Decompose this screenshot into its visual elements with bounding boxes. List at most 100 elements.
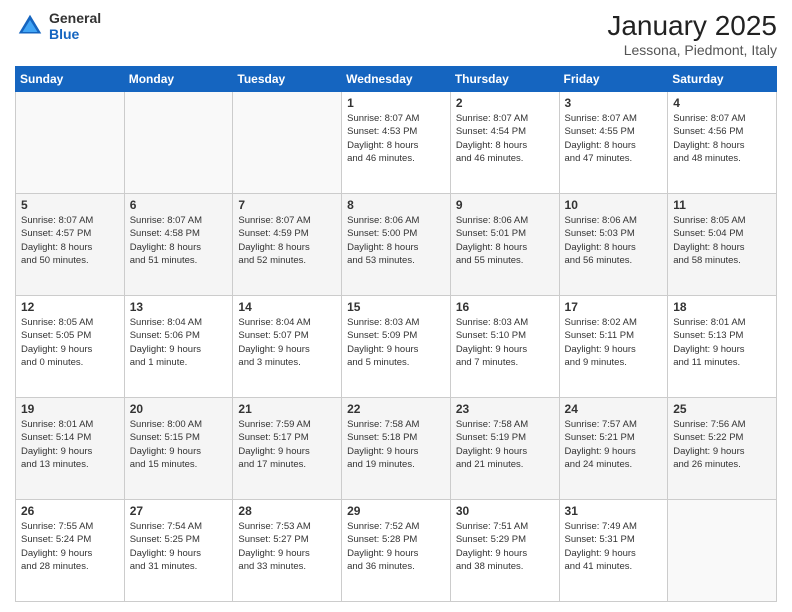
day-info: Sunrise: 7:58 AM Sunset: 5:19 PM Dayligh… [456,419,528,470]
day-number: 6 [130,198,228,212]
calendar-day-17: 17 Sunrise: 8:02 AM Sunset: 5:11 PM Dayli… [559,296,668,398]
day-header-sunday: Sunday [16,67,125,92]
month-title: January 2025 [607,10,777,42]
day-info: Sunrise: 7:59 AM Sunset: 5:17 PM Dayligh… [238,419,310,470]
day-info: Sunrise: 7:51 AM Sunset: 5:29 PM Dayligh… [456,521,528,572]
calendar-week-5: 26 Sunrise: 7:55 AM Sunset: 5:24 PM Dayli… [16,500,777,602]
day-info: Sunrise: 8:03 AM Sunset: 5:09 PM Dayligh… [347,317,419,368]
day-info: Sunrise: 8:04 AM Sunset: 5:06 PM Dayligh… [130,317,202,368]
day-info: Sunrise: 8:03 AM Sunset: 5:10 PM Dayligh… [456,317,528,368]
calendar-day-4: 4 Sunrise: 8:07 AM Sunset: 4:56 PM Daylig… [668,92,777,194]
day-info: Sunrise: 7:53 AM Sunset: 5:27 PM Dayligh… [238,521,310,572]
day-header-tuesday: Tuesday [233,67,342,92]
calendar-day-1: 1 Sunrise: 8:07 AM Sunset: 4:53 PM Daylig… [342,92,451,194]
day-header-wednesday: Wednesday [342,67,451,92]
day-number: 5 [21,198,119,212]
empty-cell [233,92,342,194]
day-number: 31 [565,504,663,518]
calendar-day-10: 10 Sunrise: 8:06 AM Sunset: 5:03 PM Dayli… [559,194,668,296]
calendar-week-2: 5Sunrise: 8:07 AM Sunset: 4:57 PM Daylig… [16,194,777,296]
logo-general-text: General [49,10,101,26]
calendar-day-28: 28 Sunrise: 7:53 AM Sunset: 5:27 PM Dayli… [233,500,342,602]
day-number: 8 [347,198,445,212]
calendar-header-row: SundayMondayTuesdayWednesdayThursdayFrid… [16,67,777,92]
calendar-week-1: 1 Sunrise: 8:07 AM Sunset: 4:53 PM Daylig… [16,92,777,194]
calendar-day-22: 22Sunrise: 7:58 AM Sunset: 5:18 PM Dayli… [342,398,451,500]
day-number: 23 [456,402,554,416]
day-number: 30 [456,504,554,518]
day-number: 17 [565,300,663,314]
day-number: 16 [456,300,554,314]
header: General Blue January 2025 Lessona, Piedm… [15,10,777,58]
day-info: Sunrise: 8:06 AM Sunset: 5:00 PM Dayligh… [347,215,419,266]
title-block: January 2025 Lessona, Piedmont, Italy [607,10,777,58]
calendar-day-26: 26 Sunrise: 7:55 AM Sunset: 5:24 PM Dayli… [16,500,125,602]
day-number: 4 [673,96,771,110]
logo: General Blue [15,10,101,42]
day-info: Sunrise: 8:06 AM Sunset: 5:03 PM Dayligh… [565,215,637,266]
day-number: 14 [238,300,336,314]
calendar-day-7: 7 Sunrise: 8:07 AM Sunset: 4:59 PM Daylig… [233,194,342,296]
day-number: 9 [456,198,554,212]
calendar-day-6: 6 Sunrise: 8:07 AM Sunset: 4:58 PM Daylig… [124,194,233,296]
logo-text: General Blue [49,10,101,42]
logo-blue-text: Blue [49,26,101,42]
empty-cell [16,92,125,194]
day-info: Sunrise: 7:54 AM Sunset: 5:25 PM Dayligh… [130,521,202,572]
calendar-day-12: 12Sunrise: 8:05 AM Sunset: 5:05 PM Dayli… [16,296,125,398]
calendar-day-21: 21 Sunrise: 7:59 AM Sunset: 5:17 PM Dayli… [233,398,342,500]
day-info: Sunrise: 8:05 AM Sunset: 5:04 PM Dayligh… [673,215,745,266]
day-number: 11 [673,198,771,212]
calendar-day-5: 5Sunrise: 8:07 AM Sunset: 4:57 PM Daylig… [16,194,125,296]
day-info: Sunrise: 8:07 AM Sunset: 4:58 PM Dayligh… [130,215,202,266]
day-info: Sunrise: 7:55 AM Sunset: 5:24 PM Dayligh… [21,521,93,572]
calendar-day-3: 3 Sunrise: 8:07 AM Sunset: 4:55 PM Daylig… [559,92,668,194]
calendar-day-2: 2Sunrise: 8:07 AM Sunset: 4:54 PM Daylig… [450,92,559,194]
day-info: Sunrise: 8:01 AM Sunset: 5:13 PM Dayligh… [673,317,745,368]
day-header-monday: Monday [124,67,233,92]
calendar-page: General Blue January 2025 Lessona, Piedm… [0,0,792,612]
day-number: 28 [238,504,336,518]
day-number: 1 [347,96,445,110]
day-info: Sunrise: 7:49 AM Sunset: 5:31 PM Dayligh… [565,521,637,572]
calendar-day-31: 31 Sunrise: 7:49 AM Sunset: 5:31 PM Dayli… [559,500,668,602]
location: Lessona, Piedmont, Italy [607,42,777,58]
day-number: 7 [238,198,336,212]
day-info: Sunrise: 8:04 AM Sunset: 5:07 PM Dayligh… [238,317,310,368]
calendar-day-25: 25 Sunrise: 7:56 AM Sunset: 5:22 PM Dayli… [668,398,777,500]
calendar-day-8: 8 Sunrise: 8:06 AM Sunset: 5:00 PM Daylig… [342,194,451,296]
day-number: 10 [565,198,663,212]
day-info: Sunrise: 8:07 AM Sunset: 4:55 PM Dayligh… [565,113,637,164]
day-number: 22 [347,402,445,416]
day-number: 3 [565,96,663,110]
day-info: Sunrise: 8:07 AM Sunset: 4:59 PM Dayligh… [238,215,310,266]
day-number: 15 [347,300,445,314]
day-number: 19 [21,402,119,416]
day-number: 26 [21,504,119,518]
day-info: Sunrise: 8:07 AM Sunset: 4:53 PM Dayligh… [347,113,419,164]
day-number: 25 [673,402,771,416]
calendar-day-29: 29Sunrise: 7:52 AM Sunset: 5:28 PM Dayli… [342,500,451,602]
day-number: 21 [238,402,336,416]
day-number: 2 [456,96,554,110]
day-number: 13 [130,300,228,314]
day-info: Sunrise: 8:07 AM Sunset: 4:56 PM Dayligh… [673,113,745,164]
calendar-day-24: 24Sunrise: 7:57 AM Sunset: 5:21 PM Dayli… [559,398,668,500]
calendar-day-16: 16 Sunrise: 8:03 AM Sunset: 5:10 PM Dayli… [450,296,559,398]
empty-cell [124,92,233,194]
day-info: Sunrise: 7:57 AM Sunset: 5:21 PM Dayligh… [565,419,637,470]
day-info: Sunrise: 8:02 AM Sunset: 5:11 PM Dayligh… [565,317,637,368]
day-info: Sunrise: 7:56 AM Sunset: 5:22 PM Dayligh… [673,419,745,470]
calendar-day-20: 20Sunrise: 8:00 AM Sunset: 5:15 PM Dayli… [124,398,233,500]
day-info: Sunrise: 8:01 AM Sunset: 5:14 PM Dayligh… [21,419,93,470]
calendar-week-4: 19 Sunrise: 8:01 AM Sunset: 5:14 PM Dayli… [16,398,777,500]
calendar-table: SundayMondayTuesdayWednesdayThursdayFrid… [15,66,777,602]
day-info: Sunrise: 8:00 AM Sunset: 5:15 PM Dayligh… [130,419,202,470]
calendar-day-15: 15 Sunrise: 8:03 AM Sunset: 5:09 PM Dayli… [342,296,451,398]
calendar-day-11: 11 Sunrise: 8:05 AM Sunset: 5:04 PM Dayli… [668,194,777,296]
calendar-day-30: 30 Sunrise: 7:51 AM Sunset: 5:29 PM Dayli… [450,500,559,602]
calendar-day-19: 19 Sunrise: 8:01 AM Sunset: 5:14 PM Dayli… [16,398,125,500]
day-info: Sunrise: 8:06 AM Sunset: 5:01 PM Dayligh… [456,215,528,266]
day-number: 27 [130,504,228,518]
day-header-saturday: Saturday [668,67,777,92]
